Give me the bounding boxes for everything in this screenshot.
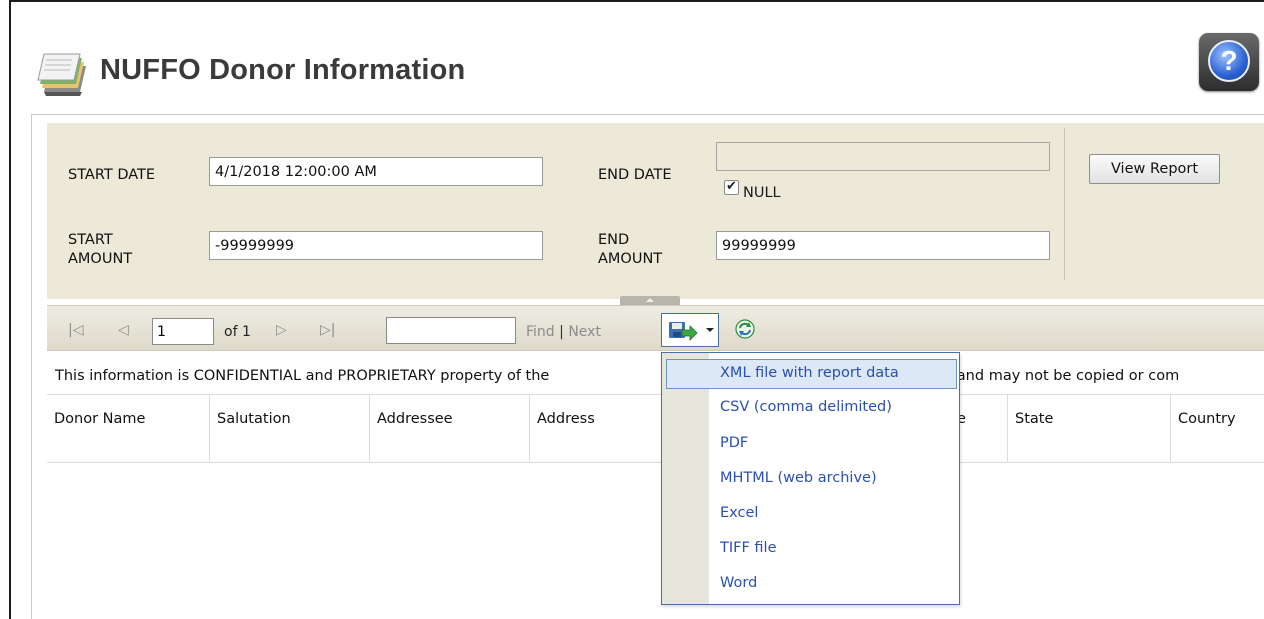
- start-amount-input[interactable]: [209, 231, 543, 260]
- column-header-donor-name: Donor Name: [54, 411, 146, 427]
- parameters-panel: [47, 123, 1264, 299]
- confidential-text-tail: n and may not be copied or com: [943, 368, 1180, 384]
- find-next-links: Find | Next: [526, 324, 601, 340]
- refresh-icon[interactable]: [734, 318, 756, 340]
- end-amount-input[interactable]: [716, 231, 1050, 260]
- start-date-label: START DATE: [68, 167, 156, 183]
- export-mhtml-item[interactable]: MHTML (web archive): [666, 464, 957, 494]
- find-separator: |: [559, 324, 564, 340]
- start-date-input[interactable]: [209, 157, 543, 186]
- previous-page-icon[interactable]: ◁: [118, 322, 129, 338]
- export-excel-item[interactable]: Excel: [666, 499, 957, 529]
- null-label: NULL: [743, 185, 781, 201]
- column-header-addressee: Addressee: [369, 395, 529, 463]
- export-pdf-item[interactable]: PDF: [666, 429, 957, 459]
- help-button[interactable]: ?: [1199, 33, 1259, 91]
- export-word-item[interactable]: Word: [666, 569, 957, 599]
- help-icon: ?: [1208, 40, 1250, 82]
- null-checkbox[interactable]: ✔: [724, 180, 739, 195]
- export-format-menu: XML file with report data CSV (comma del…: [661, 352, 960, 605]
- export-button[interactable]: [661, 313, 719, 347]
- start-amount-label-line2: AMOUNT: [68, 251, 133, 267]
- end-date-label: END DATE: [598, 167, 672, 183]
- start-amount-label-line1: START: [68, 232, 113, 248]
- page-title: NUFFO Donor Information: [100, 54, 466, 86]
- next-page-icon[interactable]: ▷: [276, 322, 287, 338]
- find-link[interactable]: Find: [526, 324, 555, 340]
- report-table-header: Donor Name Salutation Addressee Address …: [47, 395, 1264, 463]
- params-divider: [1064, 128, 1065, 280]
- next-link[interactable]: Next: [568, 324, 601, 340]
- chevron-down-icon: [706, 328, 714, 332]
- confidential-text: This information is CONFIDENTIAL and PRO…: [55, 368, 550, 384]
- column-header-salutation: Salutation: [209, 395, 369, 463]
- export-tiff-item[interactable]: TIFF file: [666, 534, 957, 564]
- view-report-button[interactable]: View Report: [1089, 154, 1220, 184]
- column-header-country: Country: [1170, 395, 1264, 463]
- page-number-input[interactable]: [152, 318, 214, 345]
- export-xml-item[interactable]: XML file with report data: [666, 359, 957, 389]
- end-date-input[interactable]: [716, 142, 1050, 171]
- collapse-params-toggle[interactable]: [620, 296, 680, 305]
- last-page-icon[interactable]: ▷|: [320, 322, 335, 338]
- end-amount-label-line1: END: [598, 232, 630, 248]
- first-page-icon[interactable]: |◁: [68, 322, 83, 338]
- column-header-state: State: [1007, 395, 1170, 463]
- export-csv-item[interactable]: CSV (comma delimited): [666, 393, 957, 423]
- save-export-icon: [669, 322, 698, 341]
- report-stack-icon: [37, 53, 86, 96]
- find-input[interactable]: [386, 317, 516, 344]
- page-count: of 1: [224, 324, 251, 340]
- end-amount-label-line2: AMOUNT: [598, 251, 663, 267]
- confidential-notice: This information is CONFIDENTIAL and PRO…: [47, 362, 1264, 395]
